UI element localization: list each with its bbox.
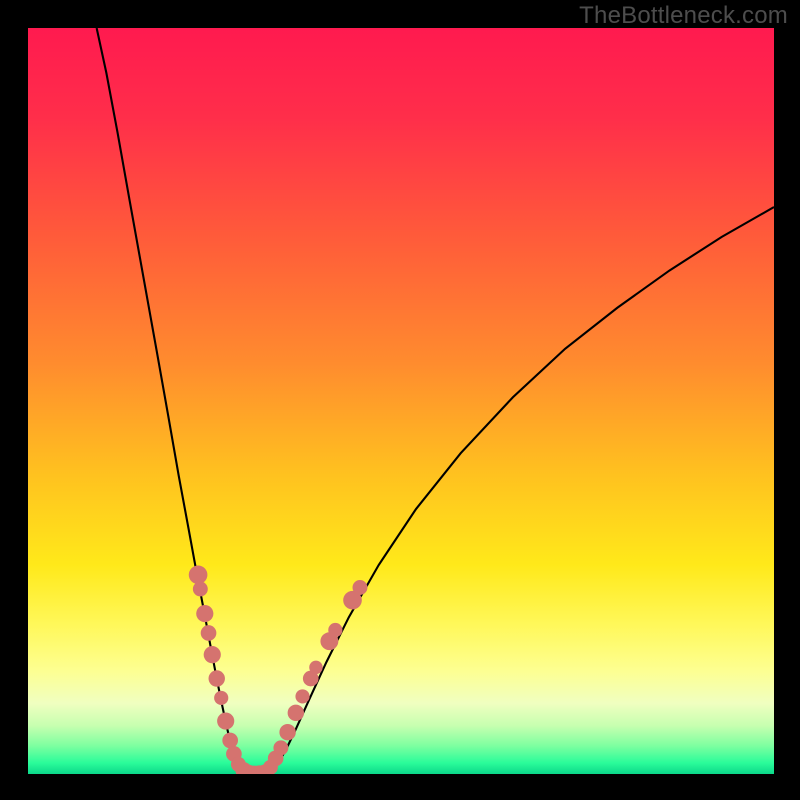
sample-dot <box>189 565 208 584</box>
sample-dot <box>295 689 309 703</box>
sample-dot <box>288 705 304 721</box>
sample-dot <box>273 740 288 755</box>
sample-dot <box>309 661 322 674</box>
watermark-label: TheBottleneck.com <box>579 2 788 30</box>
sample-dot <box>217 712 234 729</box>
chart-frame: TheBottleneck.com <box>0 0 800 800</box>
sample-dot <box>328 623 342 637</box>
sample-dot <box>214 691 228 705</box>
sample-dot <box>209 670 225 686</box>
sample-dot <box>279 724 295 740</box>
right-curve <box>265 207 774 774</box>
sample-dot <box>201 625 217 641</box>
sample-dot <box>196 605 213 622</box>
sample-dot <box>222 733 238 749</box>
left-curve <box>97 28 251 774</box>
plot-area <box>28 28 774 774</box>
sample-dot <box>204 646 221 663</box>
sample-dot <box>193 582 208 597</box>
sample-dot <box>353 580 368 595</box>
curve-layer <box>28 28 774 774</box>
